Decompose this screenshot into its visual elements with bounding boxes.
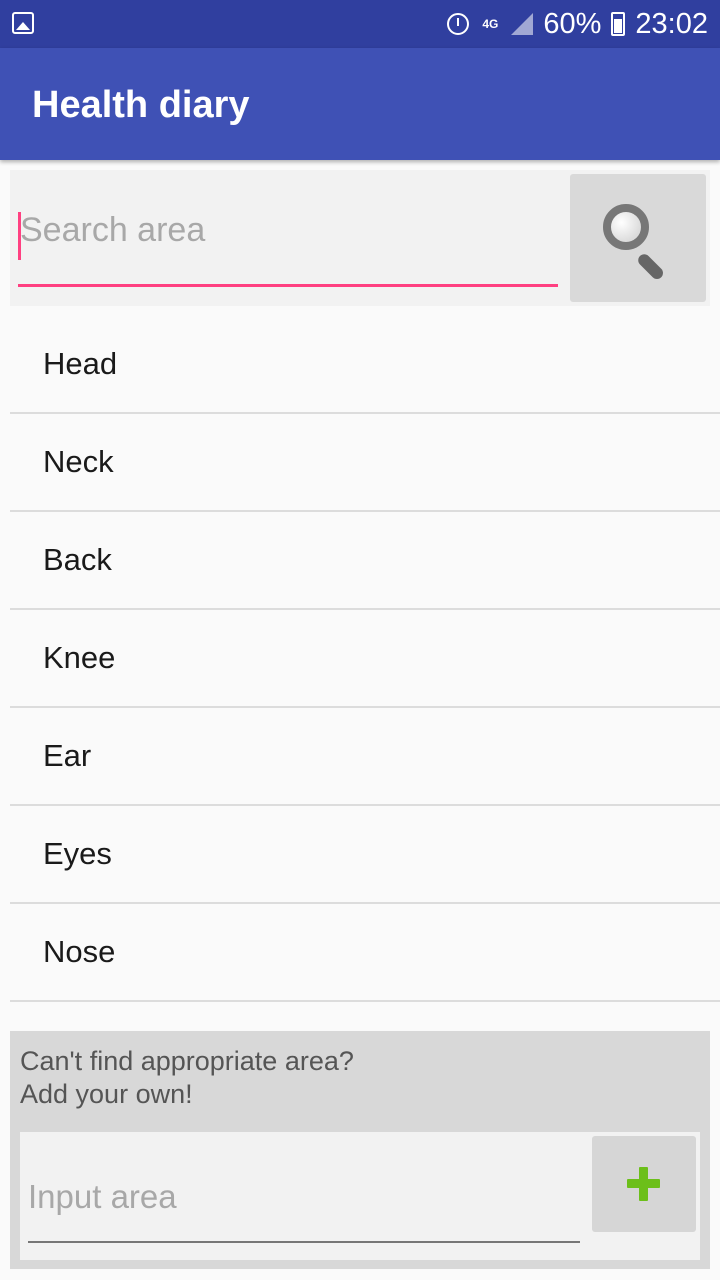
search-icon xyxy=(603,204,649,250)
list-item-nose[interactable]: Nose xyxy=(10,904,720,1002)
list-item-neck[interactable]: Neck xyxy=(10,414,720,512)
search-underline xyxy=(18,284,558,287)
add-area-prompt: Can't find appropriate area? Add your ow… xyxy=(20,1045,620,1111)
area-list: Head Neck Back Knee Ear Eyes Nose xyxy=(10,316,720,1002)
gallery-icon xyxy=(12,12,34,34)
search-input[interactable] xyxy=(18,200,558,260)
plus-icon-bar xyxy=(627,1179,660,1188)
network-4g-icon: 4G xyxy=(482,17,499,31)
add-area-button[interactable] xyxy=(592,1136,696,1232)
input-area-field[interactable] xyxy=(28,1168,580,1226)
list-item-knee[interactable]: Knee xyxy=(10,610,720,708)
list-item-head[interactable]: Head xyxy=(10,316,720,414)
battery-percent: 60% xyxy=(543,7,602,40)
search-button[interactable] xyxy=(570,174,706,302)
add-area-box xyxy=(20,1132,700,1260)
search-icon-handle xyxy=(635,251,666,282)
add-area-prompt-line2: Add your own! xyxy=(20,1079,193,1109)
signal-icon xyxy=(511,13,534,35)
text-cursor xyxy=(18,212,21,260)
list-item-ear[interactable]: Ear xyxy=(10,708,720,806)
alarm-icon xyxy=(447,13,470,35)
clock: 23:02 xyxy=(635,7,708,40)
app-title: Health diary xyxy=(32,84,250,126)
app-bar: Health diary xyxy=(0,48,720,160)
battery-charging-icon xyxy=(611,12,626,36)
list-item-eyes[interactable]: Eyes xyxy=(10,806,720,904)
status-indicators: 4G 60% 23:02 xyxy=(447,0,708,48)
add-area-panel: Can't find appropriate area? Add your ow… xyxy=(10,1031,710,1269)
input-area-underline xyxy=(28,1241,580,1243)
search-panel xyxy=(10,170,710,306)
list-item-back[interactable]: Back xyxy=(10,512,720,610)
status-bar: 4G 60% 23:02 xyxy=(0,0,720,48)
add-area-prompt-line1: Can't find appropriate area? xyxy=(20,1046,354,1076)
